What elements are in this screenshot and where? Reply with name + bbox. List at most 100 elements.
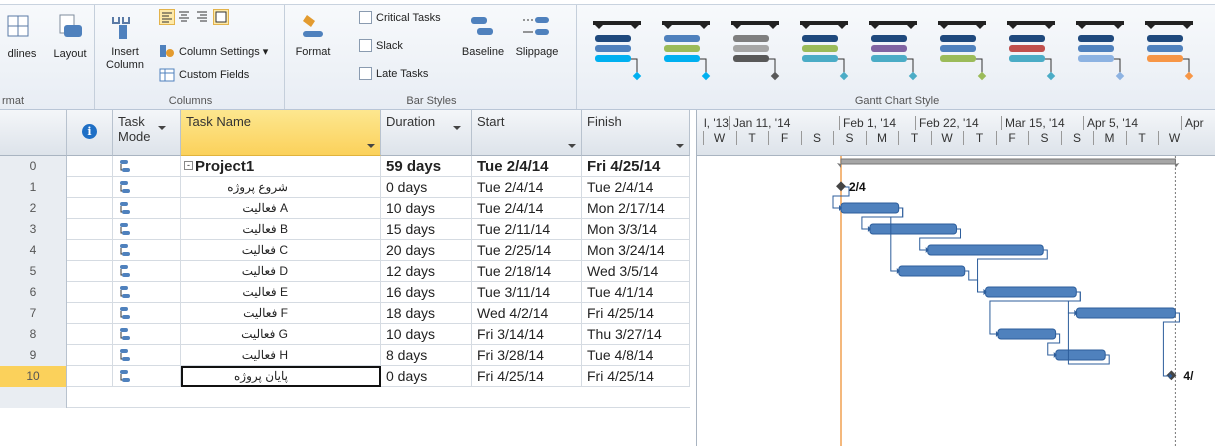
- task-name-cell[interactable]: فعالیت D: [181, 261, 381, 282]
- start-cell[interactable]: Tue 2/4/14: [472, 198, 582, 219]
- gantt-style-option[interactable]: [1143, 19, 1195, 83]
- finish-cell[interactable]: Tue 2/4/14: [582, 177, 690, 198]
- chevron-down-icon[interactable]: [676, 144, 684, 148]
- gantt-style-option[interactable]: [1074, 19, 1126, 83]
- task-name-cell[interactable]: فعالیت A: [181, 198, 381, 219]
- chevron-down-icon[interactable]: [158, 126, 166, 130]
- finish-cell[interactable]: Tue 4/8/14: [582, 345, 690, 366]
- start-header[interactable]: Start: [472, 110, 582, 156]
- finish-header[interactable]: Finish: [582, 110, 690, 156]
- milestone[interactable]: [836, 181, 846, 192]
- table-row[interactable]: 4 فعالیت C 20 days Tue 2/25/14 Mon 3/24/14: [0, 240, 690, 261]
- duration-cell[interactable]: 12 days: [381, 261, 472, 282]
- align-center-icon[interactable]: [177, 9, 193, 25]
- gridlines-button[interactable]: dlines: [2, 13, 42, 61]
- indicator-cell[interactable]: [67, 366, 113, 387]
- indicator-cell[interactable]: [67, 198, 113, 219]
- duration-cell[interactable]: 0 days: [381, 177, 472, 198]
- row-id[interactable]: 5: [0, 261, 67, 282]
- task-bar[interactable]: [869, 223, 958, 235]
- row-id[interactable]: 0: [0, 156, 67, 177]
- row-id[interactable]: 8: [0, 324, 67, 345]
- indicators-header[interactable]: i: [67, 110, 113, 156]
- table-row[interactable]: 1 شروع پروژه 0 days Tue 2/4/14 Tue 2/4/14: [0, 177, 690, 198]
- start-cell[interactable]: Tue 2/18/14: [472, 261, 582, 282]
- task-bar[interactable]: [997, 328, 1057, 340]
- indicator-cell[interactable]: [67, 240, 113, 261]
- finish-cell[interactable]: Fri 4/25/14: [582, 303, 690, 324]
- indicator-cell[interactable]: [67, 261, 113, 282]
- select-all-corner[interactable]: [0, 110, 67, 156]
- late-tasks-checkbox[interactable]: Late Tasks: [359, 67, 428, 80]
- row-id[interactable]: 3: [0, 219, 67, 240]
- task-name-cell[interactable]: فعالیت F: [181, 303, 381, 324]
- task-mode-cell[interactable]: [113, 177, 181, 198]
- task-mode-cell[interactable]: [113, 240, 181, 261]
- task-mode-cell[interactable]: [113, 324, 181, 345]
- duration-header[interactable]: Duration: [381, 110, 472, 156]
- empty-row[interactable]: [0, 387, 690, 408]
- task-mode-cell[interactable]: [113, 282, 181, 303]
- slippage-button[interactable]: Slippage: [509, 11, 565, 59]
- indicator-cell[interactable]: [67, 177, 113, 198]
- table-row[interactable]: 2 فعالیت A 10 days Tue 2/4/14 Mon 2/17/14: [0, 198, 690, 219]
- finish-cell[interactable]: Fri 4/25/14: [582, 366, 690, 387]
- task-bar[interactable]: [1055, 349, 1106, 361]
- finish-cell[interactable]: Thu 3/27/14: [582, 324, 690, 345]
- column-settings-button[interactable]: Column Settings ▾: [159, 43, 268, 59]
- task-bar[interactable]: [985, 286, 1077, 298]
- task-mode-cell[interactable]: [113, 219, 181, 240]
- chevron-down-icon[interactable]: [453, 126, 461, 130]
- finish-cell[interactable]: Mon 3/3/14: [582, 219, 690, 240]
- gantt-style-option[interactable]: [660, 19, 712, 83]
- row-id[interactable]: 9: [0, 345, 67, 366]
- row-id[interactable]: 7: [0, 303, 67, 324]
- row-id[interactable]: 4: [0, 240, 67, 261]
- task-mode-cell[interactable]: [113, 156, 181, 177]
- task-bar[interactable]: [898, 265, 966, 277]
- duration-cell[interactable]: 8 days: [381, 345, 472, 366]
- start-cell[interactable]: Wed 4/2/14: [472, 303, 582, 324]
- gantt-style-option[interactable]: [936, 19, 988, 83]
- insert-column-button[interactable]: Insert Column: [103, 11, 147, 72]
- finish-cell[interactable]: Mon 2/17/14: [582, 198, 690, 219]
- task-mode-cell[interactable]: [113, 261, 181, 282]
- task-name-header[interactable]: Task Name: [181, 110, 381, 156]
- task-name-cell[interactable]: فعالیت E: [181, 282, 381, 303]
- start-cell[interactable]: Tue 2/11/14: [472, 219, 582, 240]
- row-id[interactable]: 10: [0, 366, 67, 387]
- align-left-icon[interactable]: [159, 9, 175, 25]
- task-name-cell[interactable]: پایان پروژه: [181, 366, 381, 387]
- wrap-text-icon[interactable]: [213, 9, 229, 25]
- task-name-cell[interactable]: فعالیت H: [181, 345, 381, 366]
- baseline-button[interactable]: Baseline: [457, 11, 509, 59]
- gantt-style-option[interactable]: [591, 19, 643, 83]
- row-id[interactable]: 1: [0, 177, 67, 198]
- task-name-cell[interactable]: - Project1: [181, 156, 381, 177]
- table-row[interactable]: 5 فعالیت D 12 days Tue 2/18/14 Wed 3/5/14: [0, 261, 690, 282]
- indicator-cell[interactable]: [67, 345, 113, 366]
- task-name-cell[interactable]: فعالیت C: [181, 240, 381, 261]
- task-mode-cell[interactable]: [113, 345, 181, 366]
- start-cell[interactable]: Fri 4/25/14: [472, 366, 582, 387]
- gantt-style-option[interactable]: [729, 19, 781, 83]
- indicator-cell[interactable]: [67, 282, 113, 303]
- start-cell[interactable]: Tue 2/25/14: [472, 240, 582, 261]
- critical-tasks-check[interactable]: [359, 11, 372, 24]
- duration-cell[interactable]: 15 days: [381, 219, 472, 240]
- critical-tasks-checkbox[interactable]: Critical Tasks: [359, 11, 441, 24]
- indicator-cell[interactable]: [67, 219, 113, 240]
- finish-cell[interactable]: Tue 4/1/14: [582, 282, 690, 303]
- task-mode-cell[interactable]: [113, 198, 181, 219]
- layout-button[interactable]: Layout: [48, 13, 92, 61]
- align-right-icon[interactable]: [195, 9, 211, 25]
- row-id[interactable]: 2: [0, 198, 67, 219]
- slack-checkbox[interactable]: Slack: [359, 39, 403, 52]
- gantt-style-option[interactable]: [798, 19, 850, 83]
- finish-cell[interactable]: Mon 3/24/14: [582, 240, 690, 261]
- duration-cell[interactable]: 20 days: [381, 240, 472, 261]
- table-row[interactable]: 9 فعالیت H8 days Fri 3/28/14 Tue 4/8/14: [0, 345, 690, 366]
- table-row[interactable]: 0 - Project1 59 days Tue 2/4/14 Fri 4/25/14: [0, 156, 690, 177]
- task-mode-header[interactable]: Task Mode: [113, 110, 181, 156]
- format-button[interactable]: Format: [293, 11, 333, 59]
